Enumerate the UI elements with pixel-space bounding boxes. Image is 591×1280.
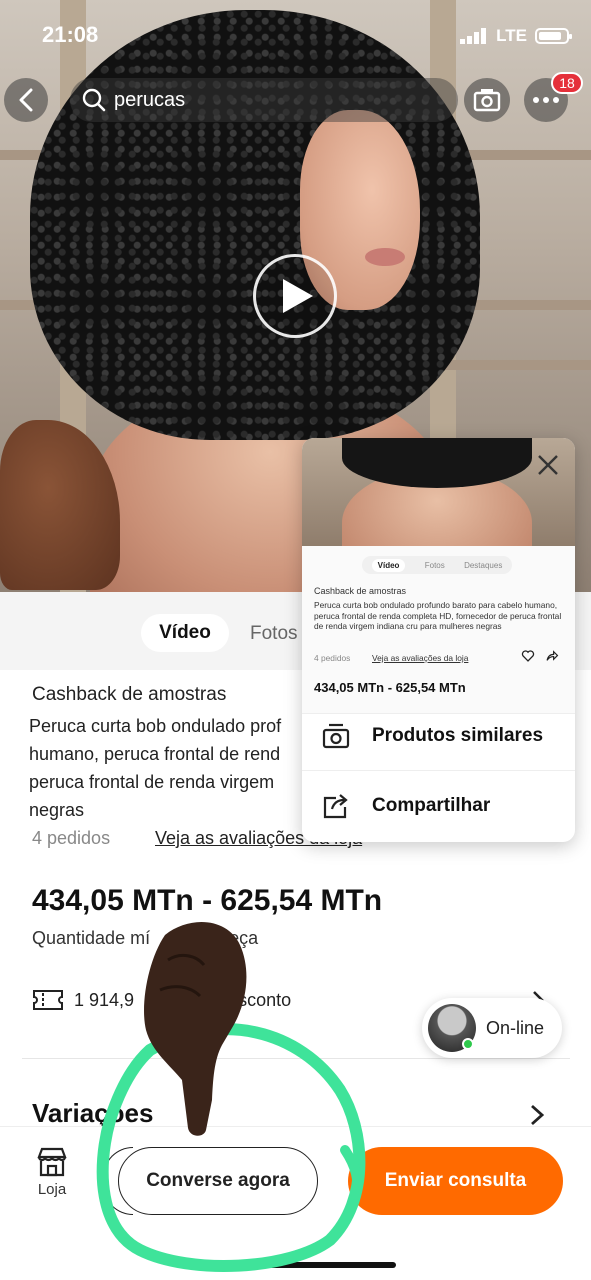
minimum-quantity: Quantidade mí Peça	[32, 928, 258, 949]
share-icon	[546, 650, 559, 661]
heart-icon	[521, 650, 535, 662]
min-qty-unit: Peça	[217, 928, 259, 948]
variations-heading[interactable]: Variações	[32, 1098, 153, 1129]
preview-title: Peruca curta bob ondulado profundo barat…	[314, 600, 562, 631]
pointing-hand-emoji	[144, 922, 247, 1136]
similar-products-button[interactable]: Produtos similares	[302, 704, 575, 768]
coupon-amount: 1 914,9	[74, 989, 135, 1010]
send-inquiry-button[interactable]: Enviar consulta	[348, 1147, 563, 1215]
share-label: Compartilhar	[372, 795, 491, 816]
bottom-action-bar: Loja Converse agora Enviar consulta	[0, 1126, 591, 1280]
price-range: 434,05 MTn - 625,54 MTn	[32, 884, 383, 917]
close-icon[interactable]	[535, 452, 561, 478]
signal-icon	[460, 28, 487, 44]
status-time: 21:08	[42, 22, 99, 47]
status-indicators: LTE	[460, 26, 572, 46]
chevron-right-icon[interactable]	[530, 1104, 544, 1126]
online-chat-chip[interactable]: On-line	[422, 998, 562, 1058]
background-shelf	[440, 360, 591, 370]
min-qty-label: Quantidade mí	[32, 928, 151, 948]
online-label: On-line	[486, 1017, 545, 1038]
preview-tab-photos: Fotos	[424, 560, 445, 570]
coupon-suffix: esconto	[228, 989, 292, 1010]
camera-icon	[473, 89, 501, 112]
menu-divider	[302, 770, 575, 771]
play-video-button[interactable]	[253, 254, 337, 338]
preview-tab-highlights: Destaques	[464, 560, 503, 570]
network-label: LTE	[496, 26, 527, 45]
preview-orders: 4 pedidos	[314, 653, 351, 663]
mannequin-lips	[365, 248, 405, 266]
preview-price: 434,05 MTn - 625,54 MTn	[314, 680, 466, 695]
popup-product-thumbnail	[302, 438, 575, 546]
store-button[interactable]: Loja	[30, 1147, 74, 1198]
image-search-button[interactable]	[464, 78, 510, 122]
popup-product-preview: Vídeo Fotos Destaques Cashback de amostr…	[302, 546, 575, 714]
online-status-dot	[462, 1038, 474, 1050]
preview-actions	[521, 650, 559, 662]
notification-badge: 18	[551, 72, 583, 94]
tab-photos[interactable]: Fotos	[250, 623, 298, 645]
search-icon	[82, 88, 106, 112]
cashback-label: Cashback de amostras	[32, 684, 227, 705]
divider	[22, 1058, 570, 1059]
thumbnail-hair	[342, 438, 532, 488]
battery-icon	[535, 28, 572, 44]
orders-count: 4 pedidos	[32, 828, 111, 848]
search-query: perucas	[114, 88, 186, 111]
store-label: Loja	[37, 1181, 67, 1198]
hand	[0, 420, 120, 590]
coupon-row[interactable]: 1 914,9 esconto	[32, 988, 291, 1012]
search-input[interactable]: perucas	[70, 78, 458, 122]
preview-reviews-link: Veja as avaliações da loja	[372, 653, 469, 663]
preview-tab-video: Vídeo	[371, 558, 406, 572]
seller-avatar	[428, 1004, 476, 1052]
similar-products-icon	[322, 723, 350, 749]
back-arrow-icon	[19, 88, 33, 112]
home-indicator[interactable]	[196, 1262, 396, 1268]
similar-products-label: Produtos similares	[372, 725, 544, 746]
store-icon	[37, 1147, 67, 1177]
share-button[interactable]: Compartilhar	[302, 774, 575, 838]
preview-cashback: Cashback de amostras	[314, 586, 407, 596]
tab-video[interactable]: Vídeo	[141, 614, 229, 652]
coupon-icon	[33, 990, 63, 1010]
back-button[interactable]	[4, 78, 48, 122]
chat-now-button[interactable]: Converse agora	[118, 1147, 318, 1215]
play-icon	[283, 279, 313, 313]
more-icon	[533, 97, 559, 103]
share-icon	[323, 794, 348, 819]
preview-tabs: Vídeo Fotos Destaques	[362, 556, 512, 574]
share-popup: Vídeo Fotos Destaques Cashback de amostr…	[302, 438, 575, 842]
